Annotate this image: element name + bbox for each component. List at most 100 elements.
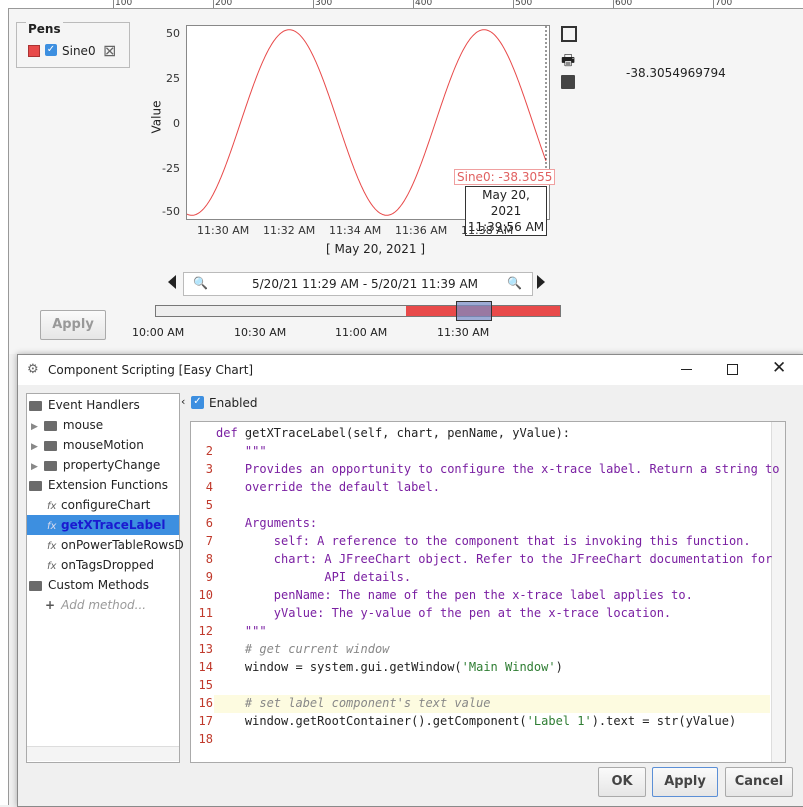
function-icon: fx: [47, 501, 57, 512]
line-number: 3: [205, 462, 213, 476]
tree-label: Event Handlers: [48, 398, 140, 412]
range-next-arrow[interactable]: [537, 275, 545, 289]
code-editor[interactable]: def getXTraceLabel(self, chart, penName,…: [190, 421, 786, 763]
x-tick-label: 11:38 AM: [461, 224, 514, 237]
y-tick-label: 25: [166, 72, 180, 85]
line-number: 11: [198, 606, 213, 620]
ruler-tick: [513, 0, 514, 8]
expand-icon[interactable]: ▶: [31, 462, 38, 472]
y-tick-label: 50: [166, 27, 180, 40]
script-tree[interactable]: Event Handlers ▶ mouse ▶ mouseMotion ▶ prop…: [26, 393, 184, 763]
value-label: -38.3054969794: [626, 66, 726, 80]
zoom-in-icon[interactable]: 🔍: [507, 276, 522, 290]
ok-button[interactable]: OK: [598, 767, 646, 797]
date-range-box[interactable]: 🔍 5/20/21 11:29 AM - 5/20/21 11:39 AM 🔍: [183, 272, 533, 296]
line-number: 13: [198, 642, 213, 656]
pen-visible-checkbox[interactable]: ✓: [45, 44, 57, 56]
folder-icon: [43, 460, 57, 471]
vertical-ruler: [0, 8, 9, 805]
apply-button[interactable]: Apply: [652, 767, 718, 797]
expand-icon[interactable]: ▶: [31, 422, 38, 432]
function-icon: fx: [47, 561, 57, 572]
tree-item-mouse[interactable]: ▶ mouse: [31, 415, 103, 435]
apply-button-disabled[interactable]: Apply: [40, 310, 106, 340]
ruler-tick: [713, 0, 714, 8]
code-line: self: A reference to the component that …: [216, 534, 751, 548]
folder-icon: [43, 420, 57, 431]
ruler-tick: [413, 0, 414, 8]
code-line: """: [216, 624, 267, 638]
chart-date-label: [ May 20, 2021 ]: [326, 242, 426, 256]
add-method-item[interactable]: + Add method...: [45, 595, 146, 615]
tree-label: configureChart: [61, 498, 151, 512]
slider-window-handle[interactable]: [456, 301, 492, 321]
close-icon[interactable]: ✕: [772, 358, 786, 378]
tree-item-propertychange[interactable]: ▶ propertyChange: [31, 455, 160, 475]
tree-item-onpowertablerows[interactable]: fx onPowerTableRowsD: [47, 535, 184, 555]
tree-item-configurechart[interactable]: fx configureChart: [47, 495, 150, 515]
tree-label: getXTraceLabel: [61, 518, 166, 532]
ruler-tick: [613, 0, 614, 8]
cancel-button[interactable]: Cancel: [725, 767, 793, 797]
dialog-titlebar: ⚙ Component Scripting [Easy Chart] ✕: [18, 355, 803, 385]
ruler-label: 400: [415, 0, 433, 8]
enabled-label: Enabled: [209, 396, 258, 410]
x-tick-label: 11:32 AM: [263, 224, 316, 237]
line-number: 15: [198, 678, 213, 692]
code-line: yValue: The y-value of the pen at the x-…: [216, 606, 672, 620]
add-icon: +: [45, 598, 56, 612]
trace-date: May 20, 2021: [482, 188, 530, 218]
collapse-chevron-icon[interactable]: ‹: [181, 395, 185, 408]
code-line: penName: The name of the pen the x-trace…: [216, 588, 693, 602]
function-icon: fx: [47, 521, 57, 532]
remove-pen-icon[interactable]: ⊠: [103, 41, 116, 60]
folder-icon: [29, 480, 42, 491]
tree-item-mousemotion[interactable]: ▶ mouseMotion: [31, 435, 144, 455]
code-line: override the default label.: [216, 480, 440, 494]
ruler-label: 600: [615, 0, 633, 8]
folder-icon: [29, 580, 42, 591]
line-number: 4: [205, 480, 213, 494]
minimize-icon[interactable]: [681, 369, 692, 370]
tree-extension-functions[interactable]: Extension Functions: [29, 475, 168, 495]
code-line: Arguments:: [216, 516, 318, 530]
zoom-out-icon[interactable]: 🔍: [193, 276, 208, 290]
slider-tick-label: 11:00 AM: [335, 326, 388, 339]
code-line: API details.: [216, 570, 412, 584]
slider-tick-label: 11:30 AM: [437, 326, 490, 339]
y-tick-label: -50: [162, 205, 180, 218]
tree-item-getxtracelabel-selected[interactable]: fx getXTraceLabel: [27, 515, 179, 535]
range-prev-arrow[interactable]: [168, 275, 176, 289]
pen-color-swatch[interactable]: [28, 45, 40, 57]
maximize-icon[interactable]: [727, 364, 738, 375]
print-icon[interactable]: 🖶: [561, 50, 575, 75]
tree-custom-methods[interactable]: Custom Methods: [29, 575, 149, 595]
tree-label: mouseMotion: [62, 438, 144, 452]
tree-label: propertyChange: [62, 458, 161, 472]
time-range-slider[interactable]: [155, 301, 561, 321]
ruler-tick: [213, 0, 214, 8]
pens-title: Pens: [26, 22, 63, 36]
folder-icon: [29, 400, 42, 411]
code-line: # set label component's text value: [216, 696, 491, 710]
ruler-tick: [113, 0, 114, 8]
code-line: def getXTraceLabel(self, chart, penName,…: [216, 426, 571, 440]
code-line: chart: A JFreeChart object. Refer to the…: [216, 552, 773, 566]
tree-horizontal-scrollbar[interactable]: [27, 746, 179, 761]
save-icon[interactable]: [561, 75, 575, 89]
x-tick-label: 11:34 AM: [329, 224, 382, 237]
enabled-checkbox[interactable]: ✓: [191, 396, 204, 409]
line-number: 14: [198, 660, 213, 674]
tree-label: mouse: [62, 418, 104, 432]
tree-item-ontagsdropped[interactable]: fx onTagsDropped: [47, 555, 154, 575]
function-icon: fx: [47, 541, 57, 552]
x-tick-label: 11:36 AM: [395, 224, 448, 237]
line-number: 6: [205, 516, 213, 530]
date-range-text: 5/20/21 11:29 AM - 5/20/21 11:39 AM: [252, 277, 479, 291]
ruler-label: 100: [115, 0, 133, 8]
line-number: 18: [198, 732, 213, 746]
zoom-fit-icon[interactable]: [561, 26, 577, 42]
code-line: """: [216, 444, 267, 458]
tree-event-handlers[interactable]: Event Handlers: [29, 395, 140, 415]
expand-icon[interactable]: ▶: [31, 442, 38, 452]
